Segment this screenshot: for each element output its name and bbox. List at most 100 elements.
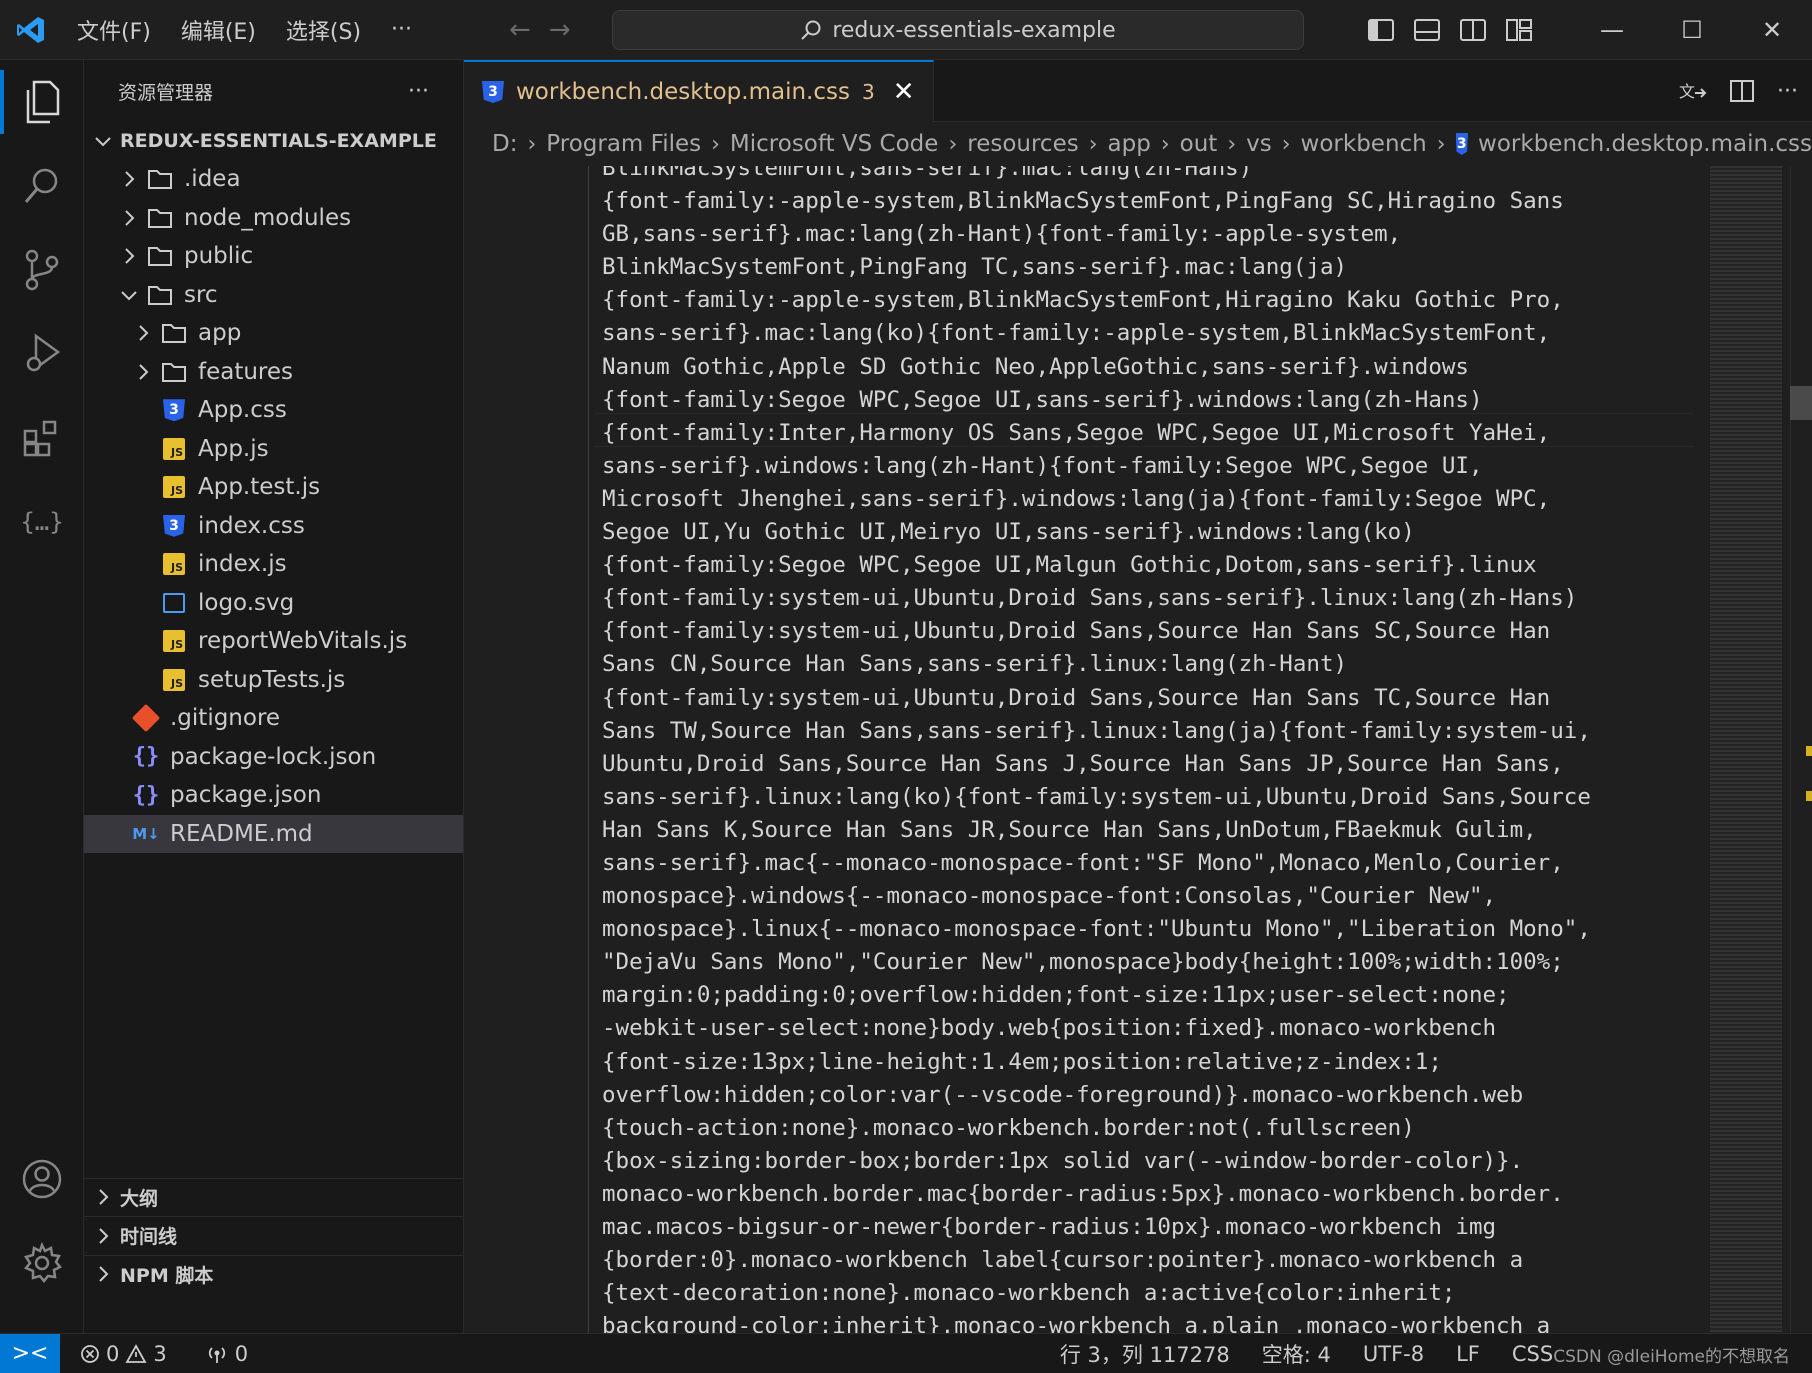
- chevron-right-icon: ›: [711, 131, 720, 157]
- back-arrow-icon[interactable]: ←: [509, 15, 531, 45]
- tree-file[interactable]: JS reportWebVitals.js: [84, 622, 463, 661]
- vertical-scrollbar[interactable]: [1790, 166, 1812, 1333]
- command-center-search[interactable]: redux-essentials-example: [612, 10, 1304, 50]
- breadcrumb-item[interactable]: vs: [1246, 131, 1272, 157]
- tab-workbench-css[interactable]: 3 workbench.desktop.main.css 3 ✕: [464, 60, 934, 122]
- problems-indicator[interactable]: 0 3: [68, 1342, 179, 1366]
- sidebar-more-button[interactable]: ···: [408, 79, 429, 104]
- menu-file[interactable]: 文件(F): [62, 10, 166, 50]
- close-window-button[interactable]: ✕: [1732, 0, 1812, 60]
- settings-gear-icon[interactable]: [0, 1221, 84, 1305]
- image-file-icon: [160, 591, 188, 615]
- breadcrumb-item[interactable]: Program Files: [546, 131, 701, 157]
- tree-file[interactable]: JS App.test.js: [84, 468, 463, 507]
- tree-item-label: package.json: [170, 782, 322, 809]
- maximize-button[interactable]: ☐: [1652, 0, 1732, 60]
- js-file-icon: JS: [160, 668, 188, 692]
- breadcrumb-item[interactable]: workbench: [1301, 131, 1427, 157]
- indentation[interactable]: 空格: 4: [1250, 1339, 1343, 1369]
- breadcrumb-item[interactable]: D:: [492, 131, 517, 157]
- explorer-icon[interactable]: [0, 60, 84, 144]
- close-icon[interactable]: ✕: [893, 77, 915, 107]
- tree-folder[interactable]: node_modules: [84, 199, 463, 238]
- chevron-right-icon: ›: [1281, 131, 1291, 157]
- encoding[interactable]: UTF-8: [1351, 1342, 1436, 1366]
- breadcrumb-item[interactable]: Microsoft VS Code: [730, 131, 939, 157]
- scrollbar-thumb[interactable]: [1790, 386, 1812, 420]
- css-file-icon: 3: [160, 514, 188, 538]
- toggle-primary-sidebar-icon[interactable]: [1368, 19, 1394, 41]
- search-icon[interactable]: [0, 144, 84, 228]
- tree-folder[interactable]: app: [84, 314, 463, 353]
- tree-file[interactable]: logo.svg: [84, 584, 463, 623]
- tree-item-label: public: [184, 243, 254, 270]
- menu-selection[interactable]: 选择(S): [271, 10, 376, 50]
- tree-file[interactable]: JS index.js: [84, 545, 463, 584]
- ports-indicator[interactable]: 0: [193, 1342, 260, 1366]
- tree-item-label: logo.svg: [198, 589, 295, 616]
- tree-folder[interactable]: .idea: [84, 160, 463, 199]
- tree-folder[interactable]: features: [84, 353, 463, 392]
- code-line: sans-serif}.mac{--monaco-monospace-font:…: [602, 849, 1564, 876]
- code-line: BlinkMacSystemFont,sans-serif}.mac:lang(…: [602, 166, 1253, 181]
- js-file-icon: JS: [160, 629, 188, 653]
- json-outline-icon[interactable]: {…}: [0, 480, 84, 564]
- tree-file[interactable]: {} package.json: [84, 776, 463, 815]
- code-line: margin:0;padding:0;overflow:hidden;font-…: [602, 982, 1510, 1009]
- error-icon: [81, 1344, 99, 1363]
- customize-layout-icon[interactable]: [1506, 19, 1532, 41]
- tree-file[interactable]: M↓ README.md: [84, 814, 463, 853]
- minimize-button[interactable]: —: [1572, 0, 1652, 60]
- js-file-icon: JS: [160, 475, 188, 499]
- minimap[interactable]: [1710, 166, 1782, 1333]
- tree-item-label: App.css: [198, 397, 287, 424]
- source-control-icon[interactable]: [0, 228, 84, 312]
- code-editor[interactable]: BlinkMacSystemFont,sans-serif}.mac:lang(…: [464, 166, 1812, 1333]
- menu-edit[interactable]: 编辑(E): [166, 10, 271, 50]
- tree-file[interactable]: JS setupTests.js: [84, 661, 463, 700]
- toggle-panel-icon[interactable]: [1414, 19, 1440, 41]
- tree-file[interactable]: .gitignore: [84, 699, 463, 738]
- timeline-panel[interactable]: 时间线: [84, 1216, 463, 1255]
- chevron-right-icon: [118, 168, 140, 190]
- breadcrumb-item[interactable]: resources: [967, 131, 1078, 157]
- open-changes-icon[interactable]: 文: [1679, 79, 1707, 103]
- tree-folder[interactable]: src: [84, 276, 463, 315]
- remote-indicator[interactable]: ><: [0, 1333, 60, 1373]
- code-line: Han Sans K,Source Han Sans JR,Source Han…: [602, 816, 1537, 843]
- end-of-line[interactable]: LF: [1444, 1342, 1492, 1366]
- cursor-position[interactable]: 行 3，列 117278: [1048, 1339, 1242, 1369]
- outline-panel[interactable]: 大纲: [84, 1177, 463, 1217]
- code-line: sans-serif}.mac:lang(ko){font-family:-ap…: [602, 320, 1551, 347]
- npm-scripts-panel[interactable]: NPM 脚本: [84, 1254, 463, 1294]
- editor-more-actions-icon[interactable]: ···: [1777, 79, 1798, 104]
- toggle-secondary-sidebar-icon[interactable]: [1460, 19, 1486, 41]
- breadcrumb-item[interactable]: workbench.desktop.main.css: [1478, 131, 1812, 157]
- split-editor-icon[interactable]: [1729, 79, 1755, 103]
- workspace-root[interactable]: REDUX-ESSENTIALS-EXAMPLE: [84, 122, 463, 160]
- tree-file[interactable]: {} package-lock.json: [84, 738, 463, 777]
- forward-arrow-icon[interactable]: →: [549, 15, 571, 45]
- tree-folder[interactable]: public: [84, 237, 463, 276]
- code-line: {font-family:Segoe WPC,Segoe UI,sans-ser…: [602, 386, 1483, 413]
- breadcrumb-item[interactable]: app: [1108, 131, 1151, 157]
- menu-more[interactable]: ···: [376, 10, 427, 50]
- tree-file[interactable]: JS App.js: [84, 430, 463, 469]
- run-debug-icon[interactable]: [0, 312, 84, 396]
- code-line: Microsoft Jhenghei,sans-serif}.windows:l…: [602, 485, 1551, 512]
- accounts-icon[interactable]: [0, 1137, 84, 1221]
- css-file-icon: 3: [1455, 133, 1469, 155]
- extensions-icon[interactable]: [0, 396, 84, 480]
- code-line: Segoe UI,Yu Gothic UI,Meiryo UI,sans-ser…: [602, 519, 1415, 546]
- code-line: overflow:hidden;color:var(--vscode-foreg…: [602, 1081, 1524, 1108]
- tree-item-label: src: [184, 281, 218, 308]
- breadcrumb-item[interactable]: out: [1180, 131, 1218, 157]
- code-text[interactable]: BlinkMacSystemFont,sans-serif}.mac:lang(…: [602, 166, 1702, 1333]
- tree-file[interactable]: 3 App.css: [84, 391, 463, 430]
- folder-icon: [146, 283, 174, 307]
- chevron-right-icon: [118, 207, 140, 229]
- tree-file[interactable]: 3 index.css: [84, 507, 463, 546]
- ports-count: 0: [234, 1341, 249, 1366]
